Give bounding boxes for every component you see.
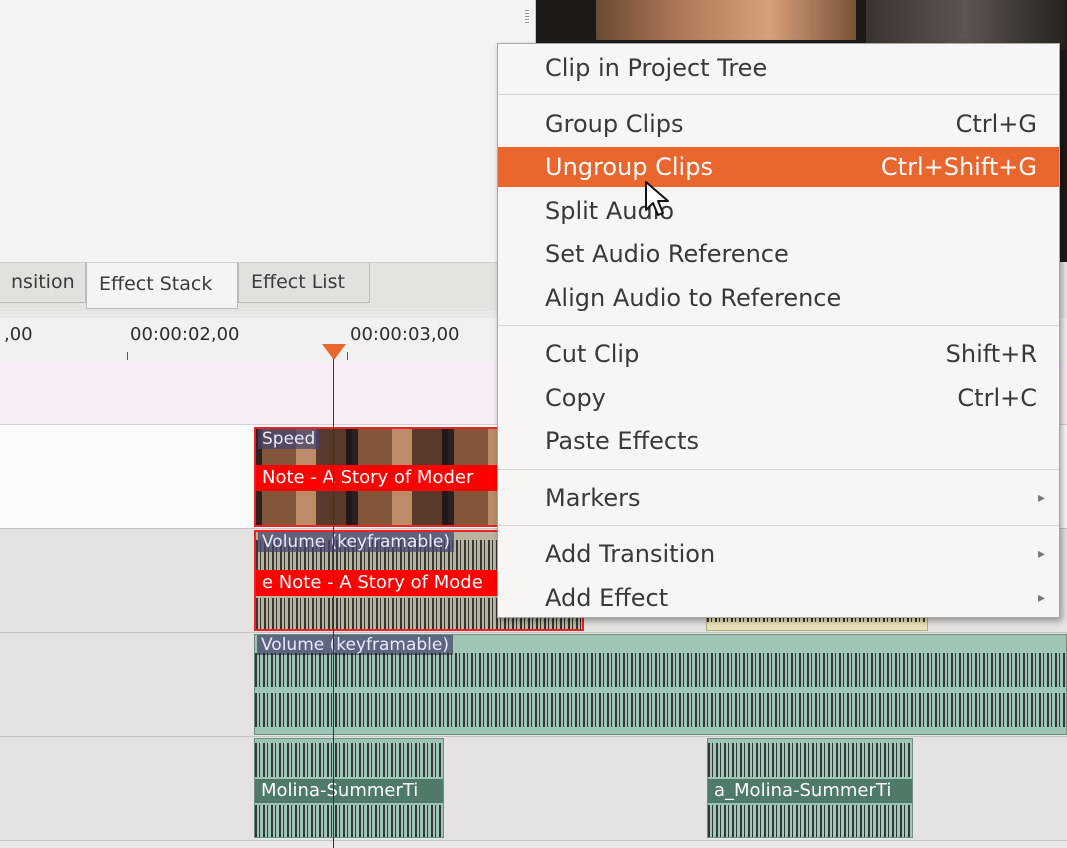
- clip-context-menu: Clip in Project Tree Group Clips Ctrl+G U…: [497, 43, 1060, 618]
- menu-separator: [498, 525, 1059, 526]
- menu-item-add-transition[interactable]: Add Transition ▸: [498, 534, 1059, 574]
- menu-item-set-audio-reference[interactable]: Set Audio Reference: [498, 234, 1059, 274]
- audio-clip-long[interactable]: Volume (keyframable): [254, 634, 1067, 735]
- effect-label: Volume (keyframable): [257, 635, 453, 655]
- tab-transition[interactable]: nsition: [0, 263, 86, 303]
- submenu-arrow-icon: ▸: [1037, 546, 1045, 562]
- effect-label: Volume (keyframable): [258, 532, 454, 552]
- waveform: [255, 653, 1066, 687]
- tab-effect-list[interactable]: Effect List: [238, 263, 370, 303]
- project-panel: [0, 0, 536, 262]
- panel-tabs: nsition Effect Stack Effect List: [0, 262, 535, 311]
- ruler-label: 00:00:03,00: [350, 324, 460, 345]
- preview-frame-left: [596, 0, 856, 40]
- menu-separator: [498, 94, 1059, 95]
- waveform: [255, 693, 1066, 727]
- mouse-pointer-icon: [645, 181, 669, 216]
- playhead-line[interactable]: [333, 350, 334, 848]
- menu-item-split-audio[interactable]: Split Audio: [498, 191, 1059, 231]
- waveform: [255, 743, 443, 777]
- effect-label: Speed: [258, 429, 320, 449]
- tab-effect-stack[interactable]: Effect Stack: [86, 263, 238, 309]
- ruler-label: 00:00:02,00: [130, 324, 240, 345]
- menu-item-add-effect[interactable]: Add Effect ▸: [498, 578, 1059, 618]
- clip-name: Molina-SummerTi: [255, 779, 443, 803]
- menu-item-copy[interactable]: Copy Ctrl+C: [498, 378, 1059, 418]
- waveform: [255, 805, 443, 837]
- menu-item-markers[interactable]: Markers ▸: [498, 478, 1059, 518]
- music-track: Molina-SummerTi a_Molina-SummerTi: [0, 737, 1067, 841]
- video-clip[interactable]: Speed Note - A Story of Moder: [254, 427, 504, 527]
- ruler-label: ,00: [4, 324, 33, 345]
- ruler-tick: [127, 352, 128, 360]
- menu-item-clip-in-project-tree[interactable]: Clip in Project Tree: [498, 48, 1059, 88]
- menu-separator: [498, 469, 1059, 470]
- playhead-marker-icon[interactable]: [322, 344, 346, 360]
- submenu-arrow-icon: ▸: [1037, 490, 1045, 506]
- panel-grip-icon[interactable]: [525, 10, 529, 24]
- waveform: [708, 805, 912, 837]
- ruler-tick: [347, 352, 348, 360]
- menu-item-group-clips[interactable]: Group Clips Ctrl+G: [498, 104, 1059, 144]
- music-clip-right[interactable]: a_Molina-SummerTi: [707, 738, 913, 838]
- clip-name: a_Molina-SummerTi: [708, 779, 912, 803]
- menu-separator: [498, 325, 1059, 326]
- waveform: [708, 743, 912, 777]
- menu-item-align-audio[interactable]: Align Audio to Reference: [498, 278, 1059, 318]
- menu-item-ungroup-clips[interactable]: Ungroup Clips Ctrl+Shift+G: [498, 147, 1059, 187]
- music-clip-left[interactable]: Molina-SummerTi: [254, 738, 444, 838]
- clip-name: Note - A Story of Moder: [256, 465, 502, 491]
- menu-item-cut-clip[interactable]: Cut Clip Shift+R: [498, 334, 1059, 374]
- audio-track-2: Volume (keyframable): [0, 633, 1067, 737]
- menu-item-paste-effects[interactable]: Paste Effects: [498, 421, 1059, 461]
- submenu-arrow-icon: ▸: [1037, 590, 1045, 606]
